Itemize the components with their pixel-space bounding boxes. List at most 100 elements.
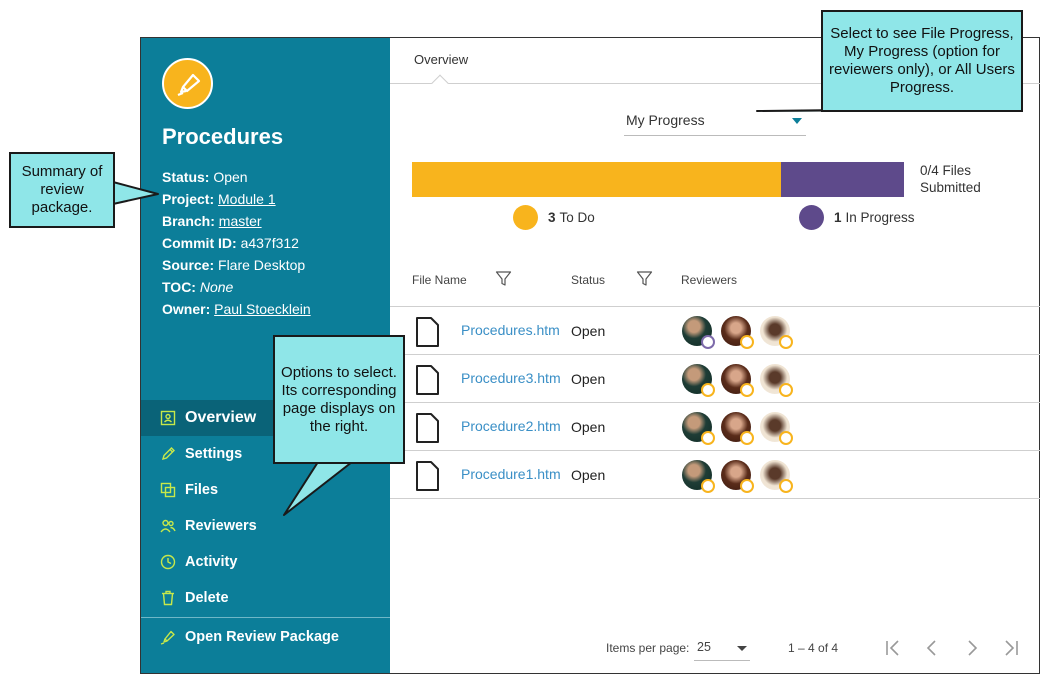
file-name-link[interactable]: Procedures.htm [461,322,560,338]
next-page-icon[interactable] [962,638,982,658]
callout-progress-text: Select to see File Progress, My Progress… [829,25,1015,96]
in-progress-dot-icon [799,205,824,230]
legend-todo: 3 To Do [513,205,595,230]
todo-label: To Do [559,210,595,225]
nav-label-reviewers: Reviewers [185,518,257,534]
avatar[interactable] [682,316,715,349]
select-underline [694,660,750,661]
main-panel: Overview My Progress 0/4 Files Submitted… [390,38,1040,673]
branch-row: Branch: master [162,210,311,232]
files-table: File Name Status Reviewers Procedures.ht… [390,260,1040,499]
branch-link[interactable]: master [219,213,262,229]
commit-label: Commit ID: [162,235,237,251]
header-file-name: File Name [412,273,467,287]
review-status-badge-icon [740,479,754,493]
callout-progress: Select to see File Progress, My Progress… [821,10,1023,112]
source-label: Source: [162,257,215,273]
file-status: Open [571,323,606,339]
source-row: Source: Flare Desktop [162,254,311,276]
people-icon [160,519,176,533]
chevron-down-icon [792,118,802,124]
branch-label: Branch: [162,213,215,229]
project-row: Project: Module 1 [162,188,311,210]
file-name-link[interactable]: Procedure2.htm [461,418,561,434]
highlighter-icon [160,630,175,645]
file-name-link[interactable]: Procedure1.htm [461,466,561,482]
in-progress-count: 1 [834,210,842,225]
project-link[interactable]: Module 1 [218,191,276,207]
avatar[interactable] [721,316,754,349]
progress-view-select[interactable]: My Progress [624,110,806,136]
nav-item-activity[interactable]: Activity [141,544,390,580]
progress-view-value: My Progress [626,112,705,128]
items-per-page-label: Items per page: [606,641,690,655]
table-row[interactable]: Procedure3.htm Open [390,355,1040,403]
nav-item-delete[interactable]: Delete [141,580,390,616]
package-summary: Status: Open Project: Module 1 Branch: m… [162,166,311,320]
filter-icon[interactable] [495,270,512,287]
nav-item-files[interactable]: Files [141,472,390,508]
avatar[interactable] [760,364,793,397]
active-tab-caret [431,74,449,92]
commit-value: a437f312 [240,235,299,251]
open-review-package-label: Open Review Package [185,628,339,645]
progress-bar-todo-segment [412,162,781,197]
items-per-page-select[interactable]: 25 [697,640,711,654]
avatar[interactable] [760,412,793,445]
files-icon [160,482,176,498]
status-row: Status: Open [162,166,311,188]
avatar[interactable] [760,460,793,493]
nav-label-files: Files [185,482,219,498]
overview-icon [160,410,176,426]
avatar[interactable] [760,316,793,349]
toc-label: TOC: [162,279,196,295]
review-status-badge-icon [740,431,754,445]
progress-bar-in-progress-segment [781,162,904,197]
chevron-down-icon[interactable] [737,646,747,651]
review-status-badge-icon [779,479,793,493]
status-label: Status: [162,169,210,185]
last-page-icon[interactable] [1001,638,1021,658]
review-status-badge-icon [779,335,793,349]
avatar[interactable] [721,412,754,445]
table-row[interactable]: Procedure1.htm Open [390,451,1040,499]
tab-overview[interactable]: Overview [414,52,468,67]
source-value: Flare Desktop [218,257,306,273]
owner-row: Owner: Paul Stoecklein [162,298,311,320]
nav-item-reviewers[interactable]: Reviewers [141,508,390,544]
commit-row: Commit ID: a437f312 [162,232,311,254]
paginator: Items per page: 25 1 – 4 of 4 [390,634,1040,662]
file-status: Open [571,419,606,435]
page-range: 1 – 4 of 4 [788,641,839,655]
table-header: File Name Status Reviewers [390,260,1040,307]
in-progress-label: In Progress [845,210,915,225]
file-icon [416,413,439,443]
header-status: Status [571,273,606,287]
avatar[interactable] [682,460,715,493]
file-icon [416,317,439,347]
first-page-icon[interactable] [883,638,903,658]
legend-in-progress: 1 In Progress [799,205,915,230]
filter-icon[interactable] [636,270,653,287]
todo-dot-icon [513,205,538,230]
previous-page-icon[interactable] [922,638,942,658]
review-status-badge-icon [740,383,754,397]
file-name-link[interactable]: Procedure3.htm [461,370,561,386]
package-title: Procedures [162,124,284,149]
project-label: Project: [162,191,215,207]
clock-icon [160,554,176,570]
avatar[interactable] [682,364,715,397]
avatar[interactable] [721,460,754,493]
callout-summary: Summary of review package. [9,152,115,228]
toc-value: None [199,279,234,295]
avatar[interactable] [682,412,715,445]
avatar[interactable] [721,364,754,397]
open-review-package-button[interactable]: Open Review Package [141,617,390,655]
file-icon [416,365,439,395]
table-row[interactable]: Procedures.htm Open [390,307,1040,355]
owner-link[interactable]: Paul Stoecklein [214,301,311,317]
nav-label-overview: Overview [185,409,257,426]
review-status-badge-icon [701,383,715,397]
toc-row: TOC: None [162,276,311,298]
table-row[interactable]: Procedure2.htm Open [390,403,1040,451]
